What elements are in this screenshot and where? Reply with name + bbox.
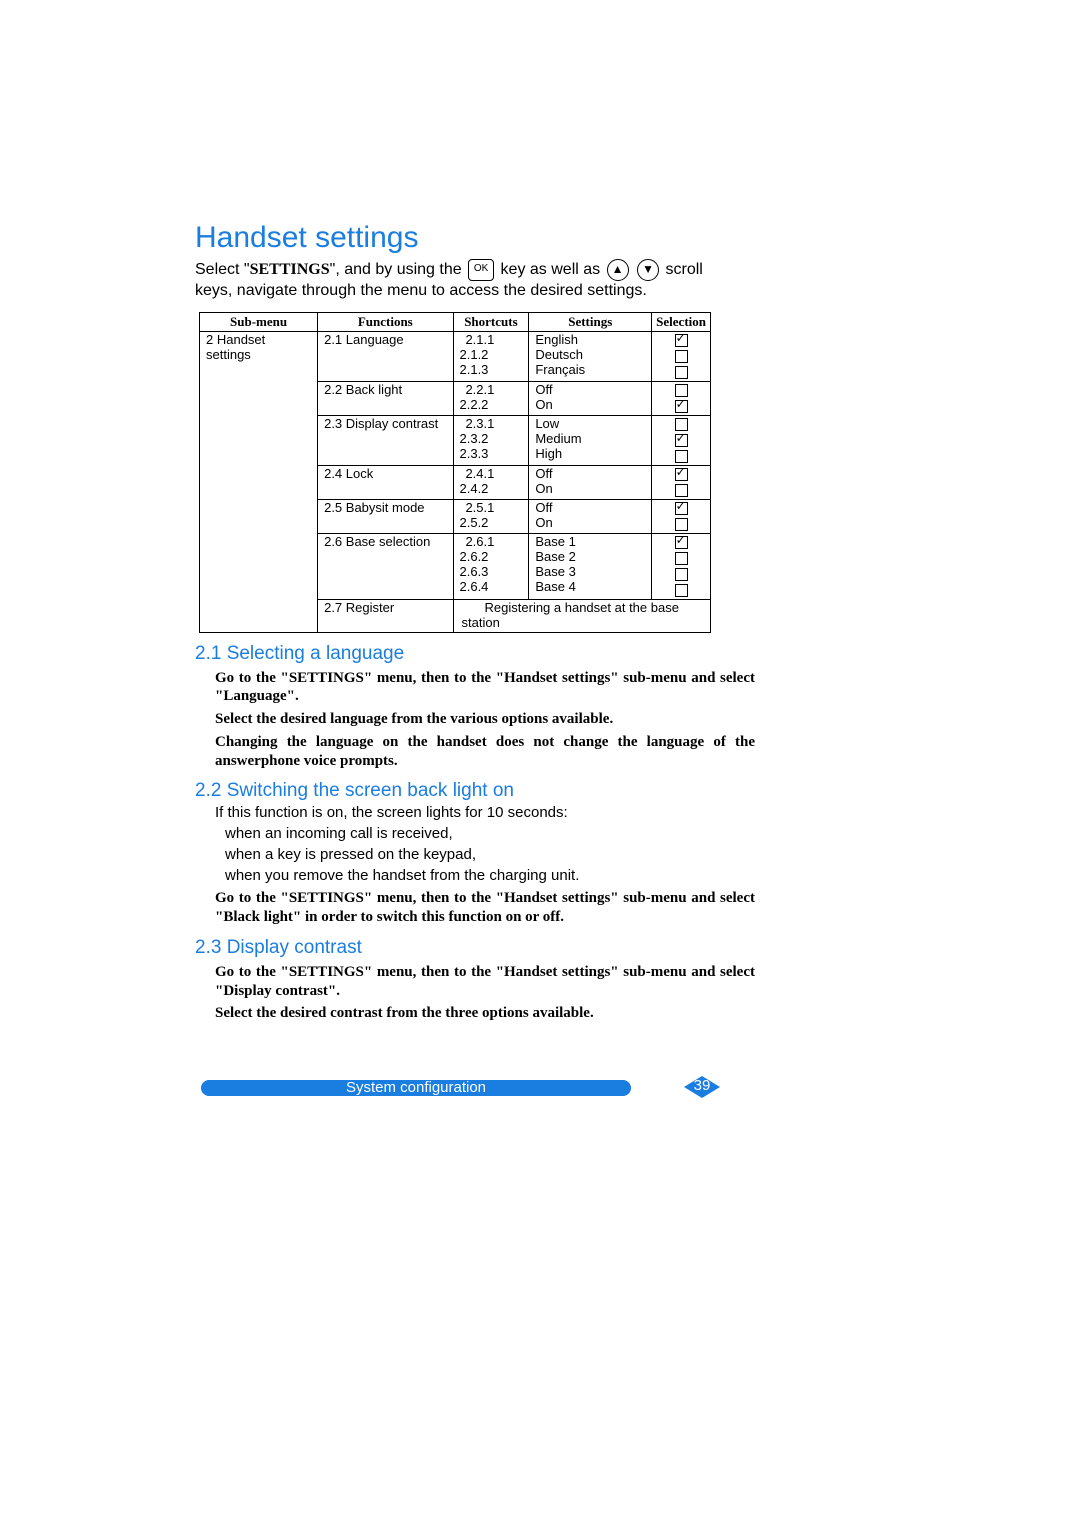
s22-b1: when an incoming call is received,	[225, 825, 755, 844]
checkbox-icon	[675, 502, 688, 515]
th-submenu: Sub-menu	[200, 312, 318, 331]
down-key-icon: ▼	[637, 259, 659, 281]
submenu-cell: 2 Handset settings	[200, 331, 318, 632]
selection-cell	[652, 381, 711, 415]
th-settings: Settings	[529, 312, 652, 331]
settings-cell: EnglishDeutschFrançais	[529, 331, 652, 381]
th-shortcuts: Shortcuts	[453, 312, 529, 331]
intro-prefix: Select "	[195, 261, 250, 278]
s22-p1: If this function is on, the screen light…	[215, 804, 755, 823]
function-cell: 2.3 Display contrast	[318, 415, 453, 465]
selection-cell	[652, 465, 711, 499]
intro-mid1: ", and by using the	[330, 261, 462, 278]
th-selection: Selection	[652, 312, 711, 331]
checkbox-icon	[675, 418, 688, 431]
page-footer: System configuration	[195, 1080, 755, 1096]
s23-p2: Select the desired contrast from the thr…	[215, 1004, 755, 1023]
checkbox-icon	[675, 334, 688, 347]
function-cell: 2.1 Language	[318, 331, 453, 381]
checkbox-icon	[675, 384, 688, 397]
subsection-2-1: 2.1 Selecting a language	[195, 643, 755, 665]
shortcut-cell: 2.3.12.3.22.3.3	[453, 415, 529, 465]
selection-cell	[652, 331, 711, 381]
shortcut-cell: 2.5.12.5.2	[453, 499, 529, 533]
intro-mid3: scroll	[666, 261, 703, 278]
s23-p1: Go to the "SETTINGS" menu, then to the "…	[215, 963, 755, 1001]
settings-cell: OffOn	[529, 465, 652, 499]
settings-cell: OffOn	[529, 499, 652, 533]
function-cell: 2.4 Lock	[318, 465, 453, 499]
ok-key-icon: OK	[468, 259, 494, 281]
s22-b3: when you remove the handset from the cha…	[225, 867, 755, 886]
checkbox-icon	[675, 366, 688, 379]
shortcut-cell: 2.6.12.6.22.6.32.6.4	[453, 533, 529, 599]
checkbox-icon	[675, 568, 688, 581]
page-number: 39	[684, 1074, 720, 1098]
s22-b2: when a key is pressed on the keypad,	[225, 846, 755, 865]
up-key-icon: ▲	[607, 259, 629, 281]
th-functions: Functions	[318, 312, 453, 331]
shortcut-cell: 2.1.12.1.22.1.3	[453, 331, 529, 381]
selection-cell	[652, 533, 711, 599]
intro-text: Select "SETTINGS", and by using the OK k…	[195, 259, 755, 302]
checkbox-icon	[675, 434, 688, 447]
selection-cell	[652, 499, 711, 533]
register-text-cell: Registering a handset at the basestation	[453, 599, 711, 632]
s21-p1: Go to the "SETTINGS" menu, then to the "…	[215, 669, 755, 707]
function-cell: 2.6 Base selection	[318, 533, 453, 599]
settings-cell: Base 1Base 2Base 3Base 4	[529, 533, 652, 599]
intro-settings-word: SETTINGS	[250, 261, 330, 278]
shortcut-cell: 2.2.12.2.2	[453, 381, 529, 415]
checkbox-icon	[675, 518, 688, 531]
s21-p2: Select the desired language from the var…	[215, 710, 755, 729]
s21-p3: Changing the language on the handset doe…	[215, 733, 755, 771]
page-content: Handset settings Select "SETTINGS", and …	[195, 221, 755, 1027]
intro-mid2: key as well as	[501, 261, 605, 278]
checkbox-icon	[675, 484, 688, 497]
selection-cell	[652, 415, 711, 465]
function-cell: 2.2 Back light	[318, 381, 453, 415]
page-number-value: 39	[694, 1077, 711, 1094]
checkbox-icon	[675, 536, 688, 549]
checkbox-icon	[675, 400, 688, 413]
settings-cell: LowMediumHigh	[529, 415, 652, 465]
s22-p2: Go to the "SETTINGS" menu, then to the "…	[215, 889, 755, 927]
shortcut-cell: 2.4.12.4.2	[453, 465, 529, 499]
checkbox-icon	[675, 350, 688, 363]
checkbox-icon	[675, 552, 688, 565]
footer-bar: System configuration	[201, 1080, 631, 1096]
table-header-row: Sub-menu Functions Shortcuts Settings Se…	[200, 312, 711, 331]
section-title: Handset settings	[195, 221, 755, 255]
function-cell: 2.7 Register	[318, 599, 453, 632]
checkbox-icon	[675, 584, 688, 597]
checkbox-icon	[675, 468, 688, 481]
checkbox-icon	[675, 450, 688, 463]
settings-table: Sub-menu Functions Shortcuts Settings Se…	[199, 312, 711, 633]
settings-cell: OffOn	[529, 381, 652, 415]
intro-line2: keys, navigate through the menu to acces…	[195, 282, 647, 299]
subsection-2-2: 2.2 Switching the screen back light on	[195, 780, 755, 802]
subsection-2-3: 2.3 Display contrast	[195, 937, 755, 959]
table-row: 2 Handset settings2.1 Language2.1.12.1.2…	[200, 331, 711, 381]
function-cell: 2.5 Babysit mode	[318, 499, 453, 533]
